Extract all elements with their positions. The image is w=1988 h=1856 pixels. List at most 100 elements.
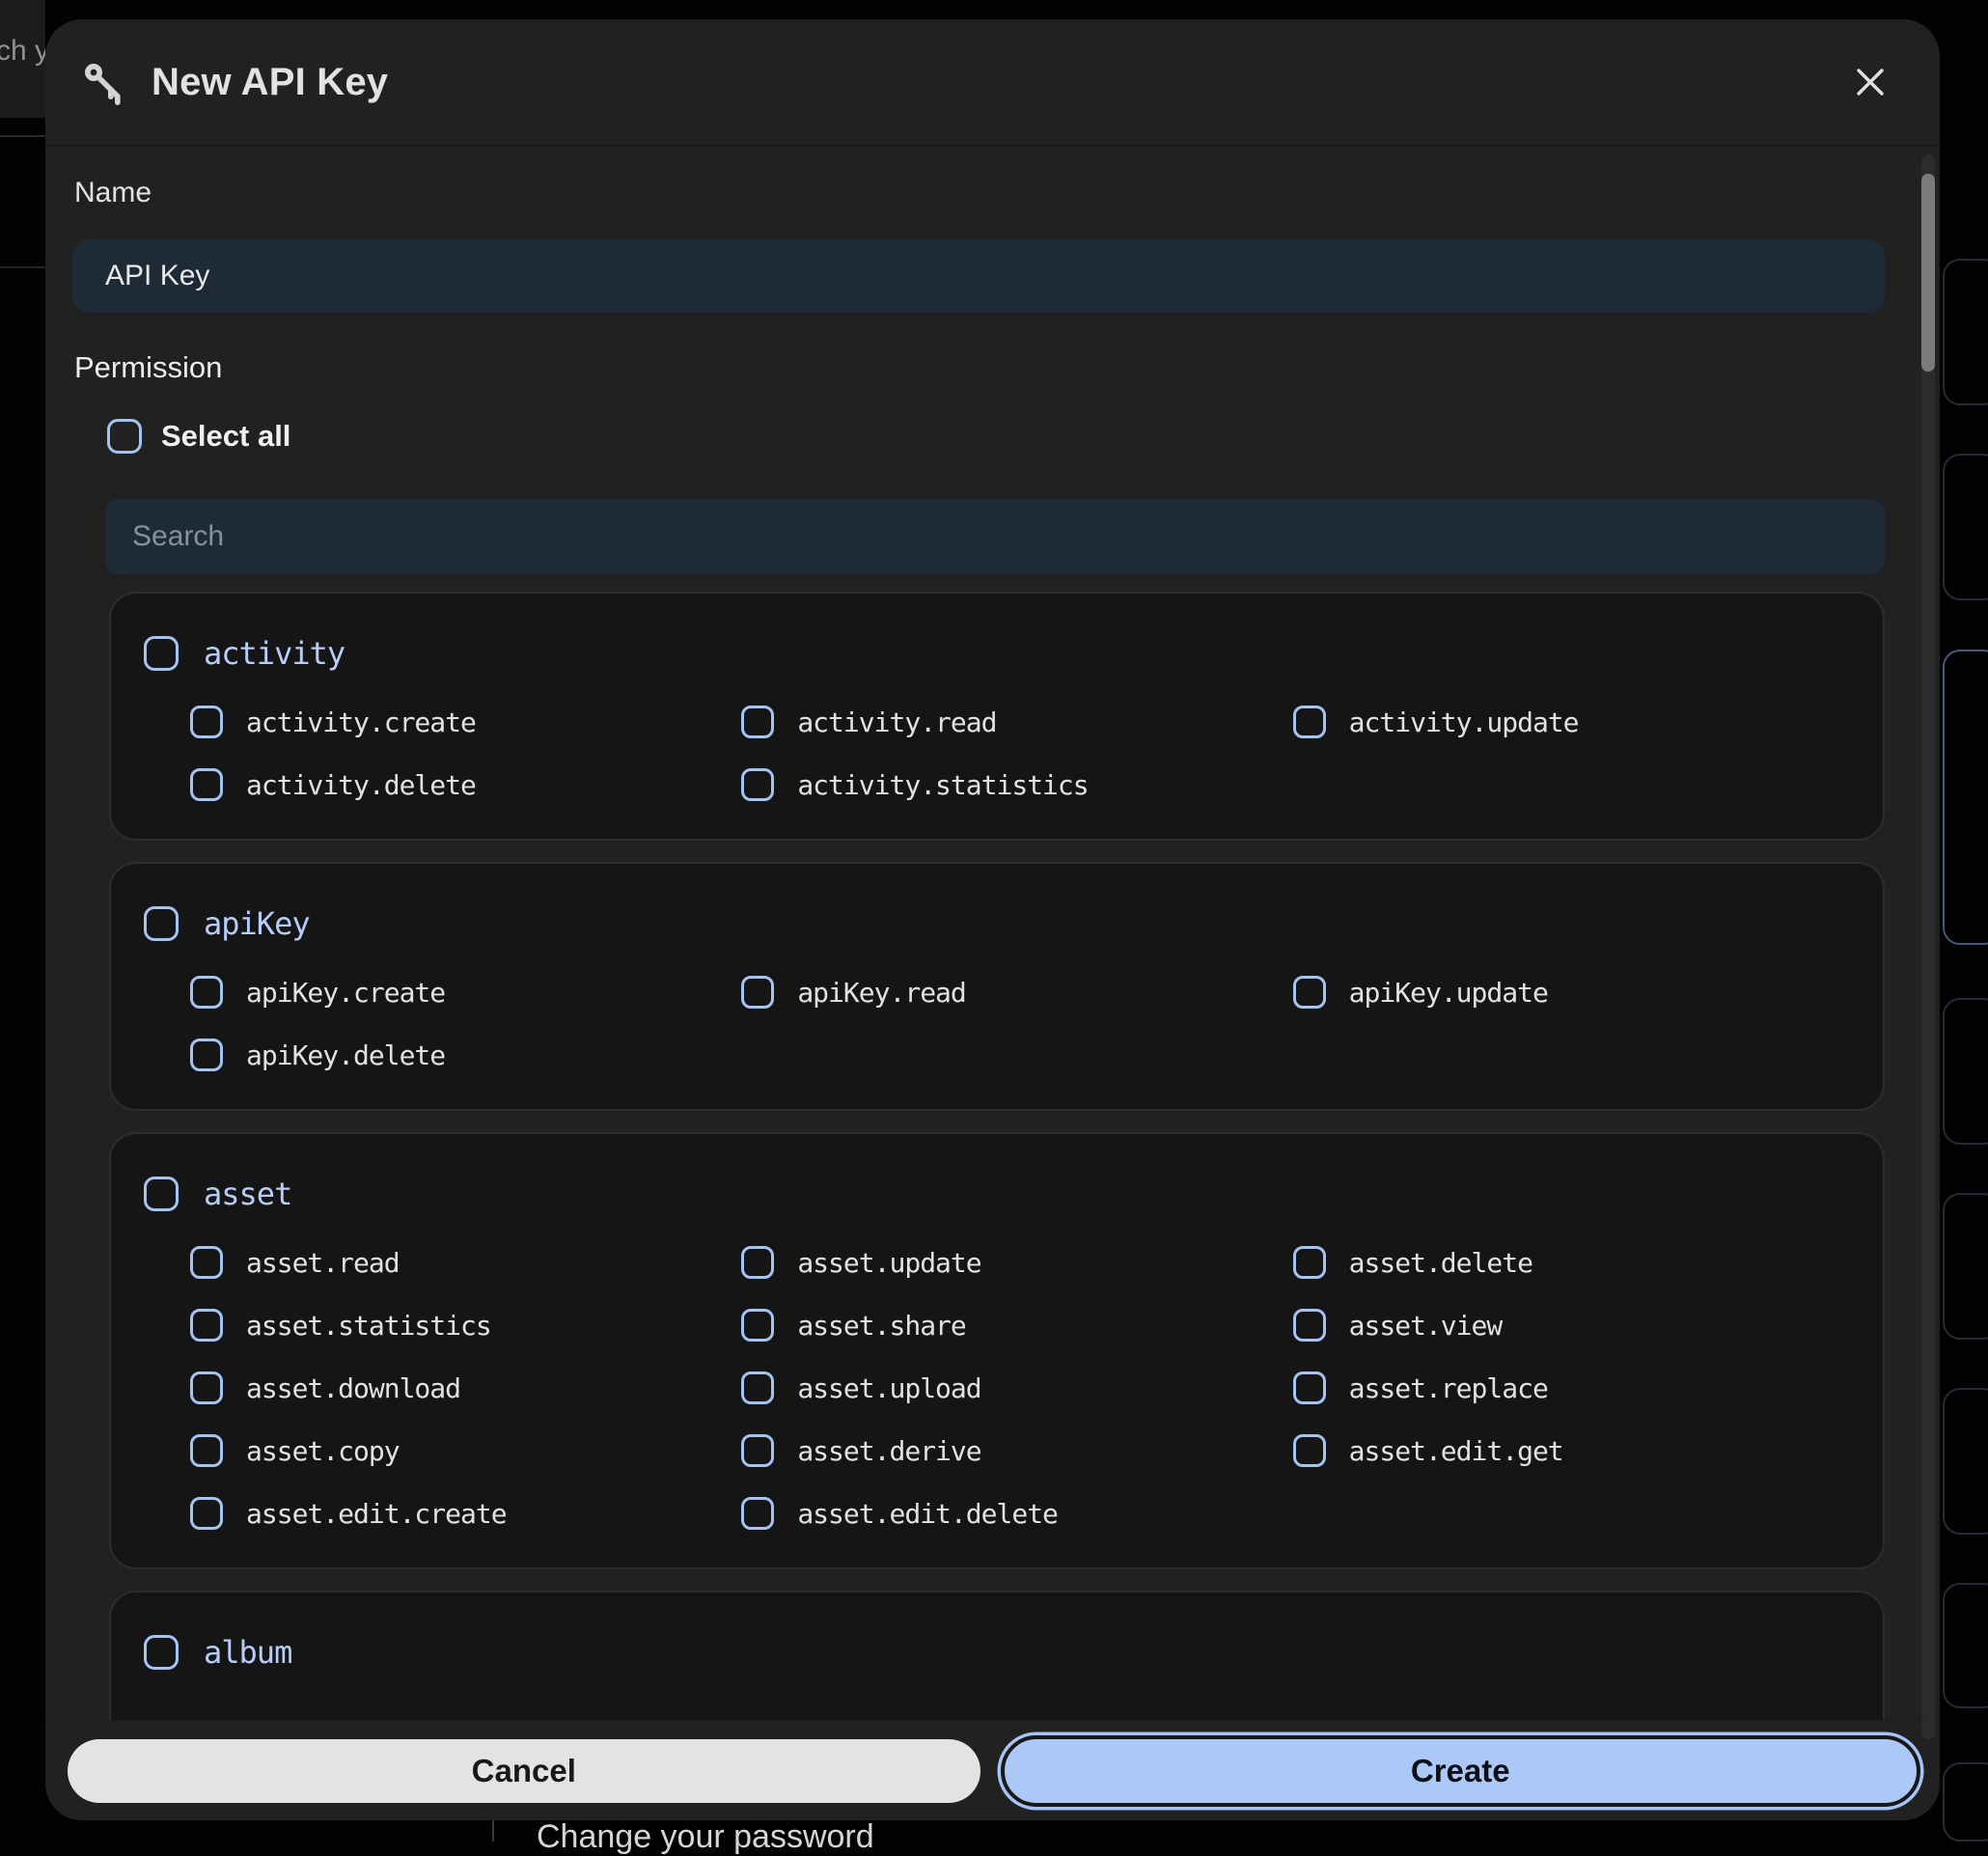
permission-group-header: apiKey	[144, 904, 1844, 943]
permission-name: asset.update	[797, 1247, 980, 1279]
permission-item: asset.view	[1293, 1308, 1844, 1343]
permission-checkbox[interactable]	[190, 976, 223, 1009]
group-name: apiKey	[204, 905, 310, 942]
permission-item: apiKey.read	[741, 975, 1292, 1010]
permission-name: asset.statistics	[246, 1310, 491, 1342]
permission-checkbox[interactable]	[190, 706, 223, 738]
permission-groups: activity activity.create activity.read a…	[109, 592, 1885, 1720]
close-button[interactable]	[1843, 55, 1897, 109]
create-button[interactable]: Create	[1001, 1735, 1921, 1807]
new-api-key-dialog: New API Key Name Permission Select all a…	[45, 19, 1940, 1820]
permission-checkbox[interactable]	[1293, 1309, 1326, 1342]
change-password-link: Change your password	[537, 1818, 874, 1856]
permission-item: asset.statistics	[190, 1308, 741, 1343]
permission-name: activity.create	[246, 706, 476, 738]
name-label: Name	[74, 176, 1940, 210]
select-all-checkbox[interactable]	[107, 419, 142, 454]
permission-name: asset.upload	[797, 1372, 980, 1404]
permission-checkbox[interactable]	[741, 706, 774, 738]
permission-search-input[interactable]	[105, 499, 1885, 574]
permission-group-card: apiKey apiKey.create apiKey.read apiKey.…	[109, 862, 1885, 1111]
group-checkbox[interactable]	[144, 636, 179, 671]
select-all-label: Select all	[161, 419, 290, 454]
permission-name: asset.share	[797, 1310, 965, 1342]
permission-grid: activity.create activity.read activity.u…	[190, 705, 1844, 802]
group-checkbox[interactable]	[144, 1635, 179, 1670]
permission-name: asset.replace	[1349, 1372, 1548, 1404]
permission-item: activity.statistics	[741, 767, 1292, 802]
permission-item: apiKey.create	[190, 975, 741, 1010]
permission-group-card: asset asset.read asset.update asset.dele…	[109, 1132, 1885, 1569]
scrollbar[interactable]	[1921, 154, 1935, 1739]
api-key-name-input[interactable]	[72, 239, 1885, 313]
permission-checkbox[interactable]	[741, 1497, 774, 1530]
permission-checkbox[interactable]	[190, 1497, 223, 1530]
permission-checkbox[interactable]	[190, 1246, 223, 1279]
permission-item: asset.download	[190, 1371, 741, 1405]
permission-checkbox[interactable]	[190, 1039, 223, 1071]
select-all-row: Select all	[107, 417, 1940, 456]
group-checkbox[interactable]	[144, 906, 179, 941]
permission-item: activity.create	[190, 705, 741, 739]
group-name: activity	[204, 635, 345, 672]
permission-name: asset.derive	[797, 1435, 980, 1467]
background-card-outline	[1943, 1193, 1988, 1340]
background-divider	[0, 135, 45, 137]
permission-name: apiKey.read	[797, 977, 965, 1009]
permission-checkbox[interactable]	[1293, 976, 1326, 1009]
permission-item: asset.derive	[741, 1433, 1292, 1468]
permission-checkbox[interactable]	[741, 768, 774, 801]
permission-item: asset.share	[741, 1308, 1292, 1343]
permission-name: asset.download	[246, 1372, 460, 1404]
background-topbar: ch y	[0, 0, 45, 118]
permission-name: asset.copy	[246, 1435, 400, 1467]
permission-group-card: album	[109, 1591, 1885, 1720]
close-icon	[1853, 65, 1888, 99]
permission-checkbox[interactable]	[1293, 706, 1326, 738]
permission-checkbox[interactable]	[1293, 1371, 1326, 1404]
cancel-button[interactable]: Cancel	[68, 1739, 980, 1803]
permission-checkbox[interactable]	[741, 976, 774, 1009]
permission-checkbox[interactable]	[190, 1371, 223, 1404]
permission-name: apiKey.update	[1349, 977, 1548, 1009]
background-card-outline	[1943, 1388, 1988, 1535]
background-card-outline	[1943, 259, 1988, 405]
permission-name: asset.edit.delete	[797, 1498, 1058, 1530]
permission-name: asset.edit.get	[1349, 1435, 1563, 1467]
permission-name: activity.read	[797, 706, 996, 738]
permission-item: asset.edit.delete	[741, 1496, 1292, 1531]
dialog-footer: Cancel Create	[45, 1720, 1940, 1820]
permission-group-header: album	[144, 1633, 1844, 1672]
permission-item: apiKey.update	[1293, 975, 1844, 1010]
group-checkbox[interactable]	[144, 1177, 179, 1211]
permission-item: apiKey.delete	[190, 1038, 741, 1072]
background-divider	[492, 1820, 494, 1842]
background-card-outline	[1943, 1762, 1988, 1842]
permission-checkbox[interactable]	[741, 1309, 774, 1342]
permission-group-card: activity activity.create activity.read a…	[109, 592, 1885, 841]
permission-name: apiKey.delete	[246, 1039, 445, 1071]
permission-item: asset.copy	[190, 1433, 741, 1468]
group-name: album	[204, 1634, 291, 1671]
background-card-outline	[1943, 998, 1988, 1145]
permission-checkbox[interactable]	[1293, 1434, 1326, 1467]
scrollbar-thumb[interactable]	[1921, 174, 1935, 372]
group-name: asset	[204, 1176, 291, 1212]
permission-name: asset.edit.create	[246, 1498, 507, 1530]
permission-name: apiKey.create	[246, 977, 445, 1009]
permission-checkbox[interactable]	[1293, 1246, 1326, 1279]
permission-item: activity.update	[1293, 705, 1844, 739]
permission-checkbox[interactable]	[190, 1309, 223, 1342]
permission-item: asset.replace	[1293, 1371, 1844, 1405]
permission-checkbox[interactable]	[190, 768, 223, 801]
permission-checkbox[interactable]	[741, 1371, 774, 1404]
permission-checkbox[interactable]	[190, 1434, 223, 1467]
permission-checkbox[interactable]	[741, 1434, 774, 1467]
background-text-fragment: ch y	[0, 35, 45, 68]
key-icon	[80, 59, 126, 105]
background-card-outline	[1943, 1583, 1988, 1708]
permission-item: asset.edit.create	[190, 1496, 741, 1531]
permission-checkbox[interactable]	[741, 1246, 774, 1279]
dialog-title: New API Key	[152, 61, 1818, 104]
permission-item: asset.update	[741, 1245, 1292, 1280]
